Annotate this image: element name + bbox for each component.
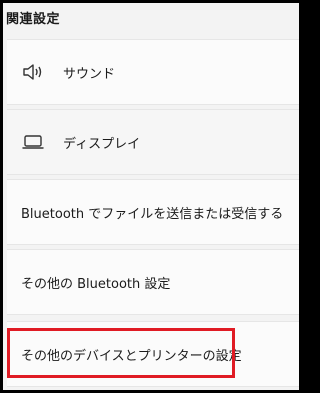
related-settings-panel: 関連設定 サウンド ディスプレイ Bluetooth でファイルを送信または受信… [3,3,299,390]
bluetooth-file-transfer-link[interactable]: Bluetooth でファイルを送信または受信する [7,179,299,245]
speaker-icon [21,60,45,84]
more-bluetooth-settings-label: その他の Bluetooth 設定 [21,276,171,292]
devices-printers-settings-label: その他のデバイスとプリンターの設定 [21,348,242,364]
sound-label: サウンド [63,66,116,82]
display-link[interactable]: ディスプレイ [7,109,299,175]
devices-printers-settings-link[interactable]: その他のデバイスとプリンターの設定 [7,321,299,387]
sound-link[interactable]: サウンド [7,39,299,105]
section-title: 関連設定 [6,12,61,27]
monitor-icon [21,130,45,154]
more-bluetooth-settings-link[interactable]: その他の Bluetooth 設定 [7,249,299,315]
display-label: ディスプレイ [63,136,141,152]
bluetooth-file-transfer-label: Bluetooth でファイルを送信または受信する [21,206,284,222]
